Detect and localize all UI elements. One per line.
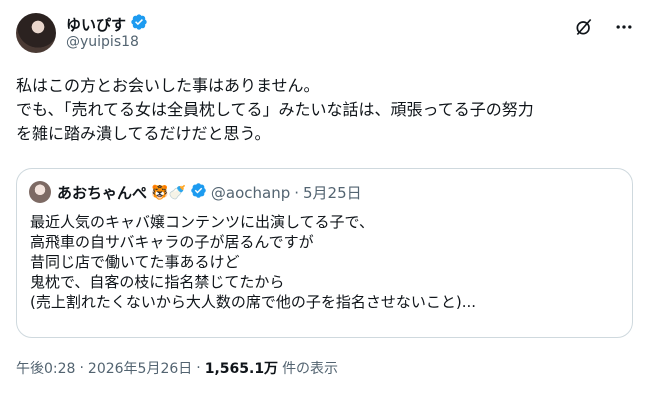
tweet-time[interactable]: 午後0:28 xyxy=(16,358,75,378)
quote-line: 最近人気のキャバ嬢コンテンツに出演してる子で、 xyxy=(30,213,374,231)
tweet-date[interactable]: 2026年5月26日 xyxy=(88,358,192,378)
quote-date[interactable]: 5月25日 xyxy=(303,182,362,203)
quote-line: 高飛車の自サバキャラの子が居るんですが xyxy=(30,233,314,251)
author-display-name[interactable]: ゆいぴす xyxy=(66,14,126,35)
meta-separator: · xyxy=(196,360,201,376)
quote-header: あおちゃんぺ 🐯🍼 @aochanp · 5月25日 xyxy=(57,182,362,203)
quote-line: (売上割れたくないから大人数の席で他の子を指名させないこと)... xyxy=(30,293,477,311)
author-avatar[interactable] xyxy=(16,13,56,53)
tweet-meta: 午後0:28 · 2026年5月26日 · 1,565.1万 件の表示 xyxy=(16,358,338,378)
tweet-line: を雑に踏み潰してるだけだと思う。 xyxy=(16,124,271,143)
views-label: 件の表示 xyxy=(282,361,339,377)
quote-line: 昔同じ店で働いてた事あるけど xyxy=(30,253,240,271)
quote-body: 最近人気のキャバ嬢コンテンツに出演してる子で、 高飛車の自サバキャラの子が居るん… xyxy=(30,212,476,312)
verified-badge-icon xyxy=(130,13,148,35)
quote-line: 鬼枕で、自客の枝に指名禁じてたから xyxy=(30,273,285,291)
quote-separator: · xyxy=(294,183,300,202)
tweet-line: でも、「売れてる女は全員枕してる」みたいな話は、頑張ってる子の努力 xyxy=(16,100,534,119)
author-name-row: ゆいぴす xyxy=(66,13,148,35)
quote-author-avatar[interactable] xyxy=(29,181,51,203)
tweet-line: 私はこの方とお会いした事はありません。 xyxy=(16,76,320,95)
more-icon[interactable] xyxy=(613,16,635,38)
meta-separator: · xyxy=(79,360,84,376)
author-handle[interactable]: @yuipis18 xyxy=(66,34,139,50)
quote-verified-badge-icon xyxy=(190,182,207,203)
tweet-text: 私はこの方とお会いした事はありません。 でも、「売れてる女は全員枕してる」みたい… xyxy=(16,74,636,146)
quote-handle[interactable]: @aochanp xyxy=(211,184,290,202)
quoted-tweet[interactable]: あおちゃんぺ 🐯🍼 @aochanp · 5月25日 最近人気のキャバ嬢コンテン… xyxy=(16,168,633,338)
views-count: 1,565.1万 xyxy=(204,361,279,377)
top-actions xyxy=(573,16,635,38)
grok-icon[interactable] xyxy=(573,16,595,38)
quote-name-emoji: 🐯🍼 xyxy=(151,184,186,201)
quote-display-name[interactable]: あおちゃんぺ xyxy=(57,182,147,203)
